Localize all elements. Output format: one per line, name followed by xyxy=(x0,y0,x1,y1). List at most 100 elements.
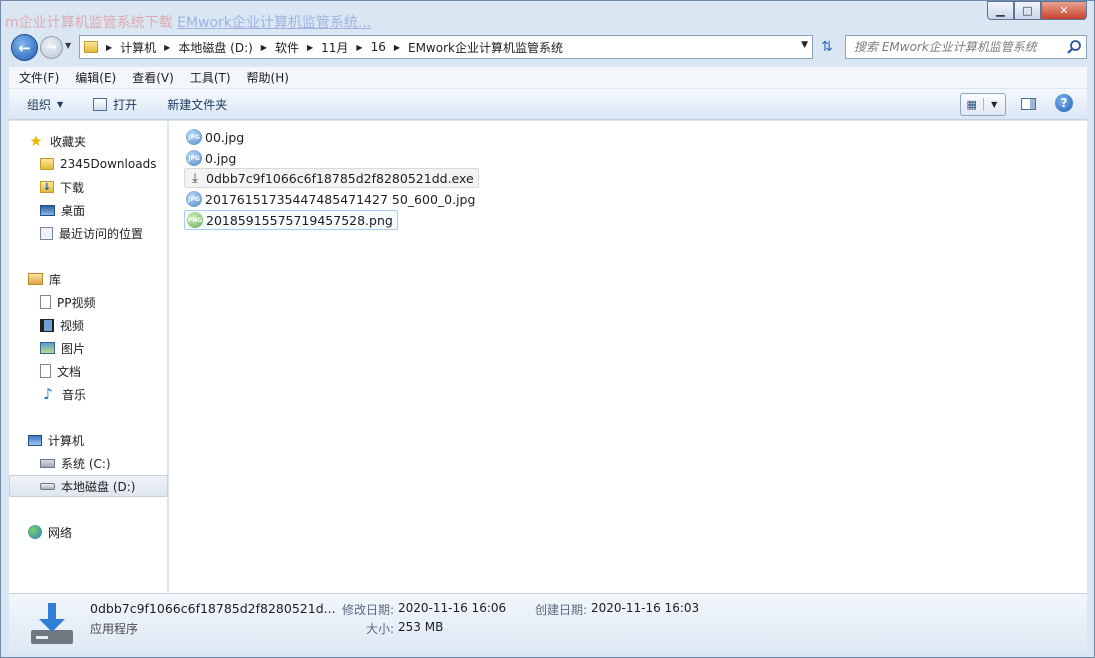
created-date-value: 2020-11-16 16:03 xyxy=(591,601,700,615)
menu-bar: 文件(F) 编辑(E) 查看(V) 工具(T) 帮助(H) xyxy=(9,66,1087,88)
command-bar: 组织 ▼ 打开 新建文件夹 ▦ ▼ ? xyxy=(9,89,1087,120)
file-list: JPG 00.jpg JPG 0.jpg ⤓ 0dbb7c9f1066c6f18… xyxy=(169,121,1087,593)
music-note-icon: ♪ xyxy=(43,385,53,403)
breadcrumb-item-16[interactable]: 16 xyxy=(371,40,386,54)
breadcrumb-chevron-icon[interactable]: ▶ xyxy=(307,43,313,52)
nav-item-label: 图片 xyxy=(61,341,86,356)
chevron-down-icon[interactable]: ▼ xyxy=(984,100,1006,109)
menu-file[interactable]: 文件(F) xyxy=(19,69,59,86)
close-button[interactable]: ✕ xyxy=(1041,1,1087,20)
menu-view[interactable]: 查看(V) xyxy=(132,69,174,86)
maximize-button[interactable]: □ xyxy=(1014,1,1041,20)
nav-computer[interactable]: 计算机 xyxy=(9,429,168,451)
open-icon xyxy=(93,97,108,111)
size-value: 253 MB xyxy=(398,620,444,634)
document-icon xyxy=(40,364,51,378)
jpg-file-icon: JPG xyxy=(186,129,202,145)
background-title-link: EMwork企业计算机监管系统... xyxy=(177,15,372,31)
recent-pages-dropdown[interactable]: ▼ xyxy=(65,41,71,50)
file-item-exe[interactable]: ⤓ 0dbb7c9f1066c6f18785d2f8280521dd.exe xyxy=(184,168,479,188)
breadcrumb-chevron-icon[interactable]: ▶ xyxy=(356,43,362,52)
nav-network-label: 网络 xyxy=(48,525,73,540)
libraries-icon xyxy=(28,273,43,285)
downloads-folder-icon: ↓ xyxy=(40,181,54,193)
open-button[interactable]: 打开 xyxy=(93,96,137,113)
nav-libraries[interactable]: 库 xyxy=(9,268,168,290)
folder-icon xyxy=(40,158,54,170)
system-drive-icon xyxy=(40,458,55,468)
nav-item-label: 最近访问的位置 xyxy=(59,226,144,241)
breadcrumb-item-software[interactable]: 软件 xyxy=(275,39,299,56)
file-name: 0.jpg xyxy=(205,150,237,166)
window-controls: ▁ □ ✕ xyxy=(987,1,1087,20)
chevron-down-icon: ▼ xyxy=(57,99,64,109)
menu-edit[interactable]: 编辑(E) xyxy=(75,69,116,86)
star-icon: ★ xyxy=(29,132,43,150)
breadcrumb-item-computer[interactable]: 计算机 xyxy=(120,39,156,56)
nav-item-drive-d[interactable]: 本地磁盘 (D:) xyxy=(9,475,168,497)
menu-help[interactable]: 帮助(H) xyxy=(247,69,289,86)
search-box[interactable] xyxy=(845,35,1087,59)
search-input[interactable] xyxy=(854,40,1054,54)
nav-item-label: 本地磁盘 (D:) xyxy=(61,479,136,494)
search-icon[interactable] xyxy=(1066,39,1082,55)
file-name: 20176151735447485471427 50_600_0.jpg xyxy=(205,191,476,207)
nav-item-2345downloads[interactable]: 2345Downloads xyxy=(9,153,168,175)
jpg-file-icon: JPG xyxy=(186,191,202,207)
nav-item-drive-c[interactable]: 系统 (C:) xyxy=(9,452,168,474)
new-folder-button[interactable]: 新建文件夹 xyxy=(167,96,227,113)
nav-favorites[interactable]: ★ 收藏夹 xyxy=(9,130,168,152)
minimize-button[interactable]: ▁ xyxy=(987,1,1014,20)
nav-item-pictures[interactable]: 图片 xyxy=(9,337,168,359)
nav-item-label: 文档 xyxy=(57,364,82,379)
new-folder-label: 新建文件夹 xyxy=(167,97,228,112)
nav-item-desktop[interactable]: 桌面 xyxy=(9,199,168,221)
menu-tools[interactable]: 工具(T) xyxy=(190,69,231,86)
breadcrumb-chevron-icon[interactable]: ▶ xyxy=(261,43,267,52)
jpg-file-icon: JPG xyxy=(186,150,202,166)
breadcrumb-item-november[interactable]: 11月 xyxy=(321,39,348,56)
address-row: ← → ▼ ▶ 计算机 ▶ 本地磁盘 (D:) ▶ 软件 ▶ 11月 ▶ 16 … xyxy=(1,32,1094,62)
file-name: 20185915575719457528.png xyxy=(206,212,393,228)
file-item-jpg-long[interactable]: JPG 20176151735447485471427 50_600_0.jpg xyxy=(184,189,479,209)
nav-item-videos[interactable]: 视频 xyxy=(9,314,168,336)
nav-item-label: PP视频 xyxy=(57,295,96,310)
nav-network[interactable]: 网络 xyxy=(9,521,168,543)
nav-item-downloads[interactable]: ↓ 下载 xyxy=(9,176,168,198)
nav-item-label: 下载 xyxy=(60,180,85,195)
size-label: 大小: xyxy=(366,622,395,636)
file-name: 00.jpg xyxy=(205,129,245,145)
nav-item-label: 音乐 xyxy=(62,387,87,402)
file-item-00-jpg[interactable]: JPG 00.jpg xyxy=(184,127,248,147)
refresh-button[interactable]: ⇅ xyxy=(815,36,839,58)
breadcrumb-chevron-icon[interactable]: ▶ xyxy=(106,43,112,52)
address-dropdown-icon[interactable]: ▼ xyxy=(801,40,808,50)
nav-item-pp-video[interactable]: PP视频 xyxy=(9,291,168,313)
nav-item-recent-places[interactable]: 最近访问的位置 xyxy=(9,222,168,244)
forward-button[interactable]: → xyxy=(40,36,63,59)
nav-item-music[interactable]: ♪ 音乐 xyxy=(9,383,168,405)
breadcrumb-chevron-icon[interactable]: ▶ xyxy=(164,43,170,52)
file-item-0-jpg[interactable]: JPG 0.jpg xyxy=(184,148,240,168)
breadcrumb-item-current[interactable]: EMwork企业计算机监管系统 xyxy=(408,39,563,56)
installer-download-icon: ⤓ xyxy=(192,170,198,186)
address-bar[interactable]: ▶ 计算机 ▶ 本地磁盘 (D:) ▶ 软件 ▶ 11月 ▶ 16 ▶ EMwo… xyxy=(79,35,813,59)
modified-date-value: 2020-11-16 16:06 xyxy=(398,601,507,615)
nav-item-label: 视频 xyxy=(60,318,85,333)
preview-pane-button[interactable] xyxy=(1019,95,1037,113)
breadcrumb: ▶ 计算机 ▶ 本地磁盘 (D:) ▶ 软件 ▶ 11月 ▶ 16 ▶ EMwo… xyxy=(98,39,563,56)
document-icon xyxy=(40,295,51,309)
help-button[interactable]: ? xyxy=(1055,94,1073,112)
video-icon xyxy=(40,318,54,332)
recent-places-icon xyxy=(40,226,53,240)
back-button[interactable]: ← xyxy=(11,34,38,61)
file-item-png[interactable]: PNG 20185915575719457528.png xyxy=(184,210,398,230)
breadcrumb-chevron-icon[interactable]: ▶ xyxy=(394,43,400,52)
view-details-icon[interactable]: ▦ xyxy=(961,98,984,111)
breadcrumb-item-drive-d[interactable]: 本地磁盘 (D:) xyxy=(178,39,252,56)
change-view-button[interactable]: ▦ ▼ xyxy=(960,93,1006,116)
pictures-icon xyxy=(40,342,55,354)
organize-button[interactable]: 组织 ▼ xyxy=(27,96,63,113)
nav-item-documents[interactable]: 文档 xyxy=(9,360,168,382)
installer-download-icon xyxy=(31,603,73,644)
